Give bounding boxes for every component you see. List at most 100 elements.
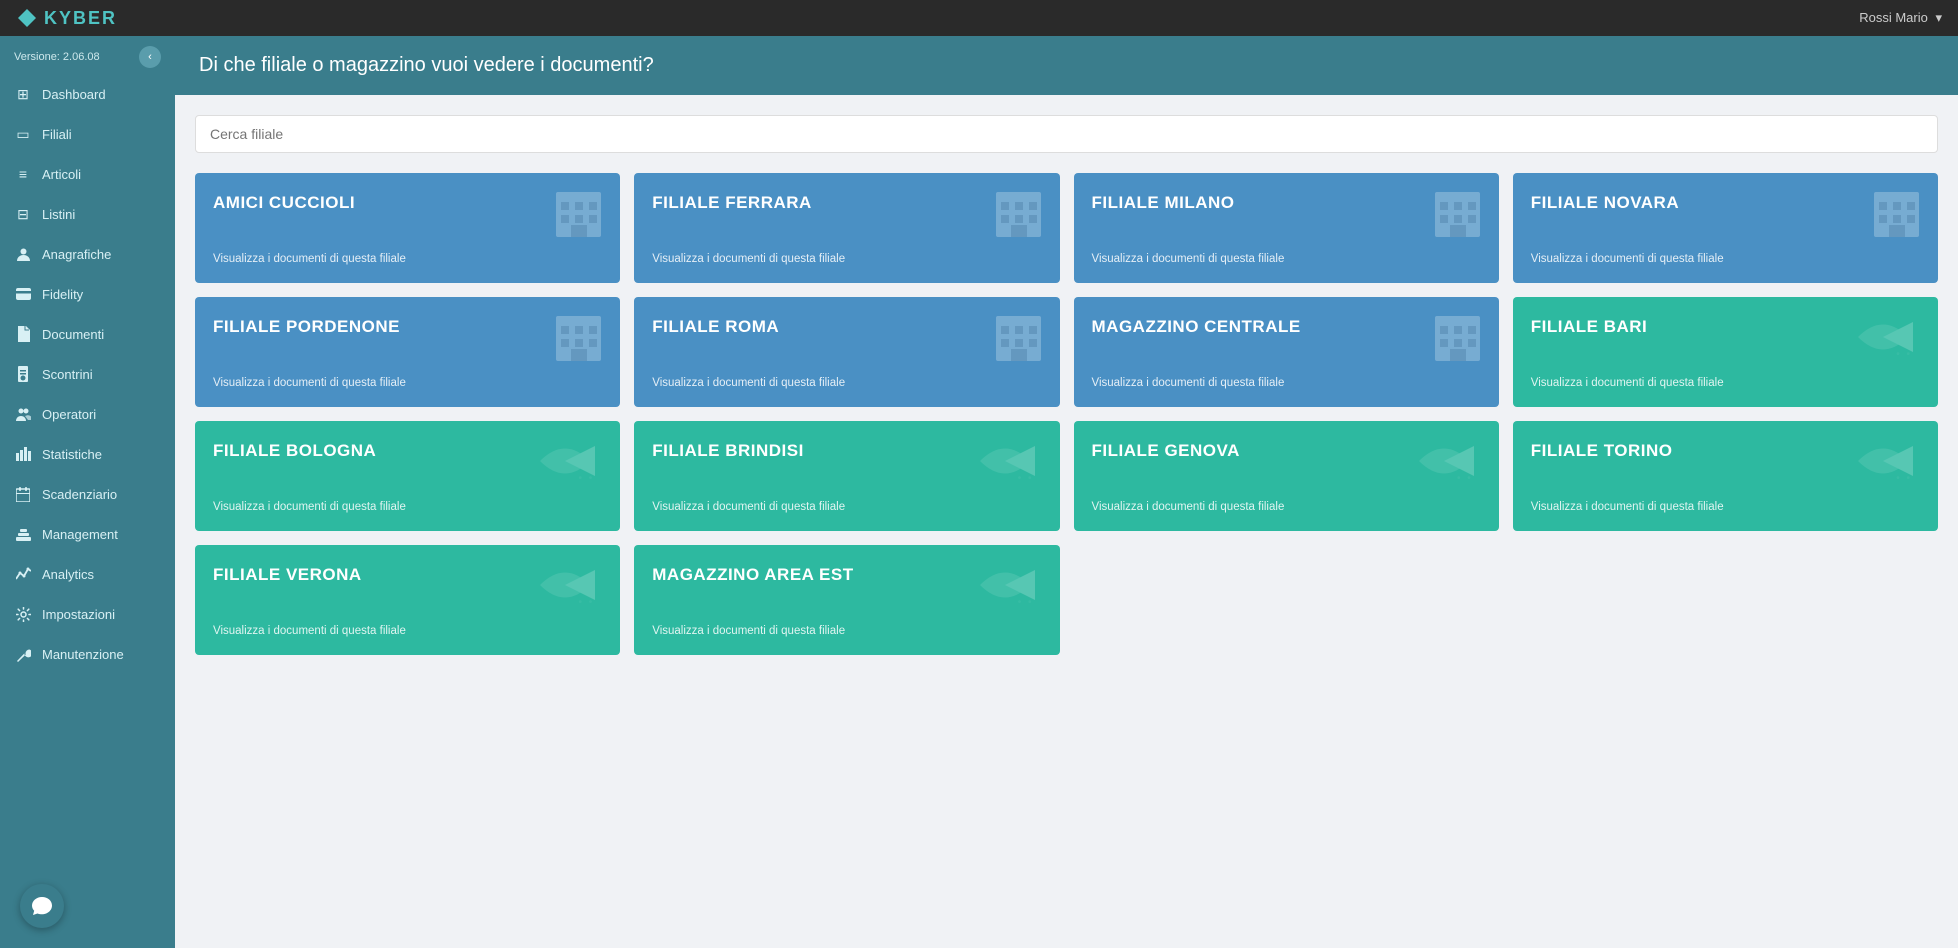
scontrini-icon [14,365,32,383]
card-title: FILIALE BRINDISI [652,441,1041,461]
sidebar-label-dashboard: Dashboard [42,87,106,102]
sidebar-item-listini[interactable]: ⊟ Listini [0,194,175,234]
page-title: Di che filiale o magazzino vuoi vedere i… [199,54,654,76]
card-subtitle: Visualizza i documenti di questa filiale [1531,377,1920,389]
app-name: KYBER [44,8,117,29]
content-body: AMICI CUCCIOLI Visualizza i documenti di… [175,95,1958,948]
scadenziario-icon [14,485,32,503]
card-dots: • • [1896,474,1912,484]
card-title: FILIALE TORINO [1531,441,1920,461]
sidebar-label-articoli: Articoli [42,167,81,182]
sidebar-label-management: Management [42,527,118,542]
sidebar-label-filiali: Filiali [42,127,72,142]
sidebar-item-management[interactable]: Management [0,514,175,554]
user-name: Rossi Mario [1859,10,1928,25]
analytics-icon [14,565,32,583]
version-label: Versione: 2.06.08 [14,51,100,63]
sidebar-label-scontrini: Scontrini [42,367,93,382]
card-subtitle: Visualizza i documenti di questa filiale [1531,253,1920,265]
sidebar-item-operatori[interactable]: Operatori [0,394,175,434]
sidebar-label-statistiche: Statistiche [42,447,102,462]
cards-grid: AMICI CUCCIOLI Visualizza i documenti di… [195,173,1938,655]
sidebar-item-analytics[interactable]: Analytics [0,554,175,594]
sidebar-item-documenti[interactable]: Documenti [0,314,175,354]
card-subtitle: Visualizza i documenti di questa filiale [652,501,1041,513]
sidebar-label-impostazioni: Impostazioni [42,607,115,622]
card-dots: • • [1896,350,1912,360]
sidebar-collapse-button[interactable]: ‹ [139,46,161,68]
card-title: FILIALE PORDENONE [213,317,602,337]
sidebar: Versione: 2.06.08 ‹ ⊞ Dashboard ▭ Filial… [0,36,175,948]
card-title: FILIALE MILANO [1092,193,1481,213]
card-dots: • • [1018,474,1034,484]
manutenzione-icon [14,645,32,663]
card-subtitle: Visualizza i documenti di questa filiale [213,253,602,265]
sidebar-version-area: Versione: 2.06.08 ‹ [0,36,175,74]
sidebar-label-anagrafiche: Anagrafiche [42,247,111,262]
card-subtitle: Visualizza i documenti di questa filiale [652,625,1041,637]
sidebar-item-articoli[interactable]: ≡ Articoli [0,154,175,194]
sidebar-item-statistiche[interactable]: Statistiche [0,434,175,474]
card-filiale-milano[interactable]: FILIALE MILANO Visualizza i documenti di… [1074,173,1499,283]
card-filiale-pordenone[interactable]: FILIALE PORDENONE Visualizza i documenti… [195,297,620,407]
main-layout: Versione: 2.06.08 ‹ ⊞ Dashboard ▭ Filial… [0,36,1958,948]
card-subtitle: Visualizza i documenti di questa filiale [1092,501,1481,513]
card-filiale-roma[interactable]: FILIALE ROMA Visualizza i documenti di q… [634,297,1059,407]
card-title: FILIALE FERRARA [652,193,1041,213]
card-amici-cuccioli[interactable]: AMICI CUCCIOLI Visualizza i documenti di… [195,173,620,283]
card-title: FILIALE BARI [1531,317,1920,337]
sidebar-label-scadenziario: Scadenziario [42,487,117,502]
card-title: MAGAZZINO AREA EST [652,565,1041,585]
sidebar-item-manutenzione[interactable]: Manutenzione [0,634,175,674]
sidebar-item-anagrafiche[interactable]: Anagrafiche [0,234,175,274]
card-subtitle: Visualizza i documenti di questa filiale [652,253,1041,265]
kyber-logo-icon [16,7,38,29]
sidebar-label-analytics: Analytics [42,567,94,582]
card-subtitle: Visualizza i documenti di questa filiale [652,377,1041,389]
user-caret-icon: ▾ [1935,10,1942,25]
card-subtitle: Visualizza i documenti di questa filiale [1092,253,1481,265]
content-area: Di che filiale o magazzino vuoi vedere i… [175,36,1958,948]
sidebar-label-documenti: Documenti [42,327,104,342]
chat-icon [31,895,53,917]
user-menu[interactable]: Rossi Mario ▾ [1855,10,1942,26]
content-header: Di che filiale o magazzino vuoi vedere i… [175,36,1958,95]
card-subtitle: Visualizza i documenti di questa filiale [1092,377,1481,389]
sidebar-item-filiali[interactable]: ▭ Filiali [0,114,175,154]
listini-icon: ⊟ [14,205,32,223]
card-title: AMICI CUCCIOLI [213,193,602,213]
card-filiale-verona[interactable]: • • FILIALE VERONA Visualizza i document… [195,545,620,655]
topbar: KYBER Rossi Mario ▾ [0,0,1958,36]
operatori-icon [14,405,32,423]
sidebar-item-fidelity[interactable]: Fidelity [0,274,175,314]
sidebar-label-listini: Listini [42,207,75,222]
search-filiale-input[interactable] [195,115,1938,153]
card-filiale-ferrara[interactable]: FILIALE FERRARA Visualizza i documenti d… [634,173,1059,283]
card-filiale-novara[interactable]: FILIALE NOVARA Visualizza i documenti di… [1513,173,1938,283]
sidebar-item-scontrini[interactable]: Scontrini [0,354,175,394]
card-magazzino-area-est[interactable]: • • MAGAZZINO AREA EST Visualizza i docu… [634,545,1059,655]
card-filiale-torino[interactable]: • • FILIALE TORINO Visualizza i document… [1513,421,1938,531]
card-magazzino-centrale[interactable]: MAGAZZINO CENTRALE Visualizza i document… [1074,297,1499,407]
card-filiale-genova[interactable]: • • FILIALE GENOVA Visualizza i document… [1074,421,1499,531]
statistiche-icon [14,445,32,463]
management-icon [14,525,32,543]
card-subtitle: Visualizza i documenti di questa filiale [213,625,602,637]
sidebar-item-scadenziario[interactable]: Scadenziario [0,474,175,514]
dashboard-icon: ⊞ [14,85,32,103]
card-filiale-bari[interactable]: • • FILIALE BARI Visualizza i documenti … [1513,297,1938,407]
sidebar-item-impostazioni[interactable]: Impostazioni [0,594,175,634]
app-logo: KYBER [16,7,117,29]
impostazioni-icon [14,605,32,623]
sidebar-label-fidelity: Fidelity [42,287,83,302]
card-dots: • • [578,598,594,608]
card-title: MAGAZZINO CENTRALE [1092,317,1481,337]
anagrafiche-icon [14,245,32,263]
chat-button[interactable] [20,884,64,928]
card-filiale-brindisi[interactable]: • • FILIALE BRINDISI Visualizza i docume… [634,421,1059,531]
sidebar-item-dashboard[interactable]: ⊞ Dashboard [0,74,175,114]
card-subtitle: Visualizza i documenti di questa filiale [213,501,602,513]
card-subtitle: Visualizza i documenti di questa filiale [213,377,602,389]
card-title: FILIALE VERONA [213,565,602,585]
card-filiale-bologna[interactable]: • • FILIALE BOLOGNA Visualizza i documen… [195,421,620,531]
